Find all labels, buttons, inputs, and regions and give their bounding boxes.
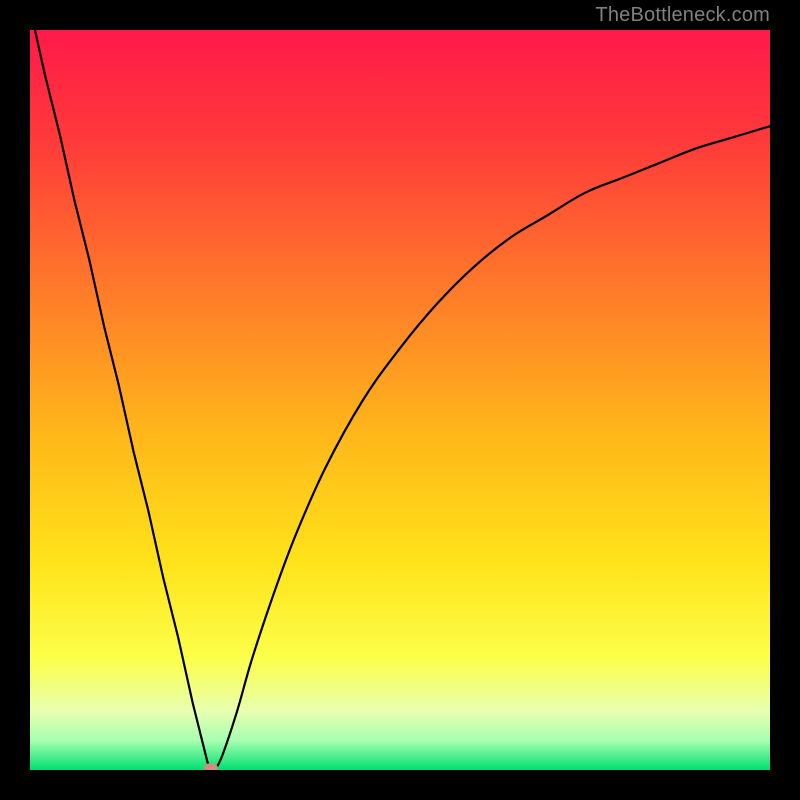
bottleneck-curve — [30, 30, 770, 770]
optimal-point-marker — [204, 763, 218, 770]
watermark-text: TheBottleneck.com — [595, 4, 770, 27]
plot-area — [30, 30, 770, 770]
chart-frame: TheBottleneck.com — [0, 0, 800, 800]
